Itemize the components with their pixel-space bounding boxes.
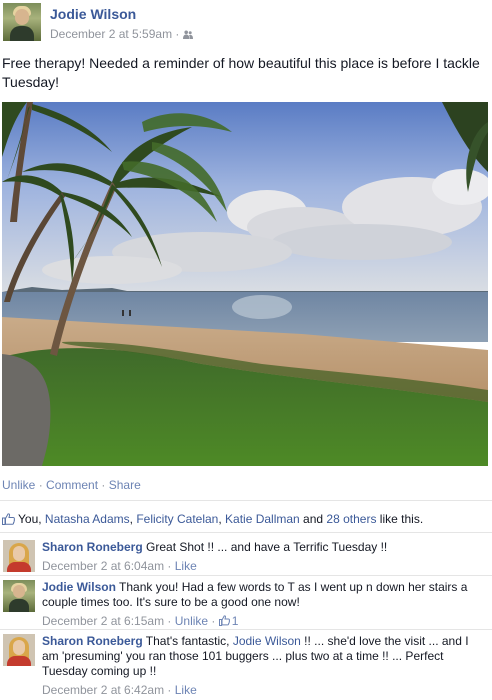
beach-photo <box>2 102 488 466</box>
comment-text: That's fantastic, <box>142 634 233 648</box>
commenter-name-link[interactable]: Jodie Wilson <box>42 580 116 594</box>
post-timestamp-link[interactable]: December 2 at 5:59am <box>50 27 172 41</box>
meta-separator: · <box>208 614 219 628</box>
liker-link[interactable]: Felicity Catelan <box>136 512 218 526</box>
comment-like-link[interactable]: Like <box>175 683 197 697</box>
divider <box>0 629 492 630</box>
likes-summary: You, Natasha Adams, Felicity Catelan, Ka… <box>2 512 423 526</box>
others-likes-link[interactable]: 28 others <box>326 512 376 526</box>
divider <box>0 500 492 501</box>
meta-separator: · <box>164 683 175 697</box>
action-separator: · <box>98 478 109 492</box>
comment-timestamp-link[interactable]: December 2 at 6:04am <box>42 559 164 573</box>
meta-separator: · <box>164 559 175 573</box>
post-actions: Unlike · Comment · Share <box>2 478 141 492</box>
unlike-link[interactable]: Unlike <box>2 478 35 492</box>
thumbs-up-icon[interactable] <box>218 615 230 626</box>
divider <box>0 532 492 533</box>
post-header: Jodie Wilson December 2 at 5:59am · <box>0 0 492 44</box>
likes-and: and <box>299 512 327 526</box>
comment-link[interactable]: Comment <box>46 478 98 492</box>
comment-unlike-link[interactable]: Unlike <box>175 614 208 628</box>
comment-text: Great Shot !! ... and have a Terrific Tu… <box>142 540 388 554</box>
divider <box>0 575 492 576</box>
commenter-avatar[interactable] <box>3 540 35 572</box>
post-photo[interactable] <box>2 102 488 466</box>
commenter-avatar[interactable] <box>3 634 35 666</box>
commenter-name-link[interactable]: Sharon Roneberg <box>42 634 143 648</box>
comment-meta: December 2 at 6:04am · Like <box>42 559 488 574</box>
mention-link[interactable]: Jodie Wilson <box>233 634 301 648</box>
likes-suffix: like this. <box>376 512 424 526</box>
comment-timestamp-link[interactable]: December 2 at 6:42am <box>42 683 164 697</box>
comment-like-link[interactable]: Like <box>175 559 197 573</box>
author-name-link[interactable]: Jodie Wilson <box>50 6 136 22</box>
post-meta: December 2 at 5:59am · <box>50 27 193 41</box>
author-avatar[interactable] <box>3 3 41 41</box>
liker-link[interactable]: Natasha Adams <box>45 512 130 526</box>
comment-meta: December 2 at 6:15am · Unlike · 1 <box>42 614 488 629</box>
commenter-avatar[interactable] <box>3 580 35 612</box>
comment-meta: December 2 at 6:42am · Like <box>42 683 488 698</box>
likes-separator: , <box>218 512 226 526</box>
thumbs-up-icon <box>2 513 15 525</box>
comment-body: Jodie Wilson Thank you! Had a few words … <box>42 580 488 629</box>
share-link[interactable]: Share <box>109 478 141 492</box>
meta-separator: · <box>164 614 175 628</box>
comment-body: Sharon Roneberg That's fantastic, Jodie … <box>42 634 488 698</box>
action-separator: · <box>35 478 47 492</box>
commenter-name-link[interactable]: Sharon Roneberg <box>42 540 143 554</box>
friends-icon[interactable] <box>182 30 193 39</box>
comment-body: Sharon Roneberg Great Shot !! ... and ha… <box>42 540 488 574</box>
liker-link[interactable]: Katie Dallman <box>225 512 300 526</box>
comment-like-count-link[interactable]: 1 <box>232 614 239 628</box>
post-text: Free therapy! Needed a reminder of how b… <box>2 55 480 90</box>
meta-separator: · <box>175 27 180 41</box>
likes-you: You, <box>18 512 45 526</box>
comment-timestamp-link[interactable]: December 2 at 6:15am <box>42 614 164 628</box>
